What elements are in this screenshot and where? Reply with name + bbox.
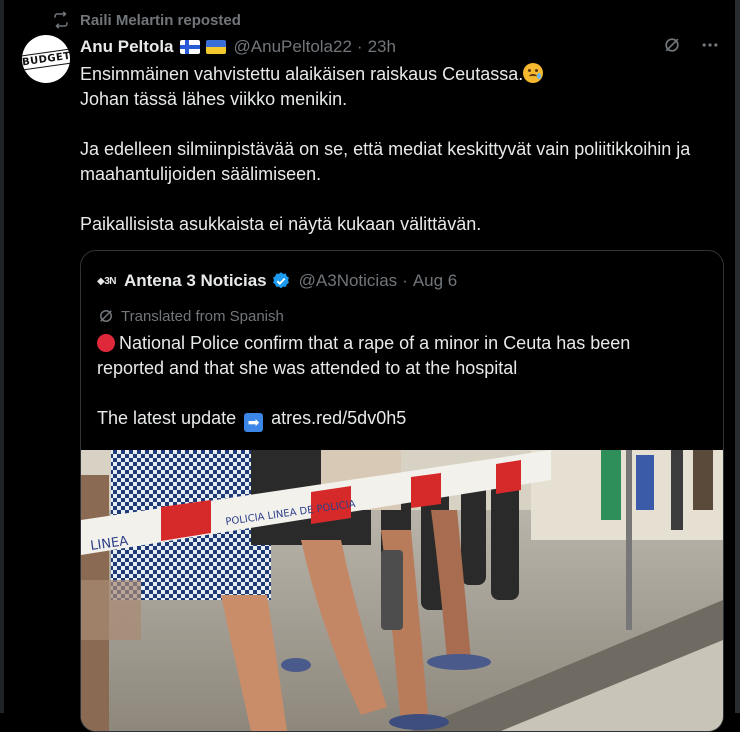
ukraine-flag-icon xyxy=(205,40,226,54)
tweet-header: Anu Peltola @AnuPeltola22 · 23h xyxy=(80,35,720,59)
avatar-logo-text: BUDGET xyxy=(22,47,70,71)
right-arrow-emoji-icon: ➡ xyxy=(244,413,264,432)
author-name[interactable]: Anu Peltola xyxy=(80,37,174,57)
header-actions xyxy=(662,35,720,55)
tweet-time[interactable]: 23h xyxy=(368,37,396,57)
quote-photo[interactable]: POLICIA LINEA DE POLICIA LINEA xyxy=(81,450,723,731)
verified-badge-icon xyxy=(272,272,289,289)
tweet-line-1: Ensimmäinen vahvistettu alaikäisen raisk… xyxy=(80,64,524,84)
translated-label: Translated from Spanish xyxy=(97,305,284,327)
repost-indicator[interactable]: Raili Melartin reposted xyxy=(52,8,241,32)
quote-header: ◆3N Antena 3 Noticias @A3Noticias · Aug … xyxy=(97,269,457,293)
translated-text: Translated from Spanish xyxy=(121,307,284,325)
quote-update-prefix: The latest update xyxy=(97,408,237,428)
repost-label: Raili Melartin reposted xyxy=(80,11,241,29)
quote-date[interactable]: Aug 6 xyxy=(413,271,457,291)
tweet-line-2: Johan tässä lähes viikko menikin. xyxy=(80,89,348,109)
timeline-column: Raili Melartin reposted BUDGET Anu Pelto… xyxy=(0,0,740,732)
author-handle[interactable]: @AnuPeltola22 xyxy=(234,37,352,57)
quote-body: National Police confirm that a rape of a… xyxy=(97,333,631,378)
tweet-text: Ensimmäinen vahvistettu alaikäisen raisk… xyxy=(80,62,720,237)
quote-link[interactable]: atres.red/5dv0h5 xyxy=(271,408,406,428)
header-separator: · xyxy=(356,37,363,56)
quote-separator: · xyxy=(402,271,408,290)
finland-flag-icon xyxy=(179,40,200,54)
police-tape-scene-image: POLICIA LINEA DE POLICIA LINEA xyxy=(81,450,723,731)
tweet-paragraph-2: Ja edelleen silmiinpistävää on se, että … xyxy=(80,139,691,184)
translate-icon xyxy=(100,310,112,322)
quote-author-handle[interactable]: @A3Noticias xyxy=(299,271,398,291)
crying-face-emoji-icon xyxy=(523,63,544,83)
quote-text: National Police confirm that a rape of a… xyxy=(97,331,697,432)
avatar[interactable]: BUDGET xyxy=(22,35,70,83)
quoted-tweet[interactable]: ◆3N Antena 3 Noticias @A3Noticias · Aug … xyxy=(80,250,724,732)
red-circle-emoji-icon xyxy=(97,334,115,352)
more-icon[interactable] xyxy=(700,35,720,55)
tweet-paragraph-3: Paikallisista asukkaista ei näytä kukaan… xyxy=(80,214,482,234)
grok-icon[interactable] xyxy=(662,35,682,55)
quote-avatar-logo[interactable]: ◆3N xyxy=(97,276,116,287)
quote-author-name[interactable]: Antena 3 Noticias xyxy=(124,271,267,291)
repost-icon xyxy=(54,11,68,29)
